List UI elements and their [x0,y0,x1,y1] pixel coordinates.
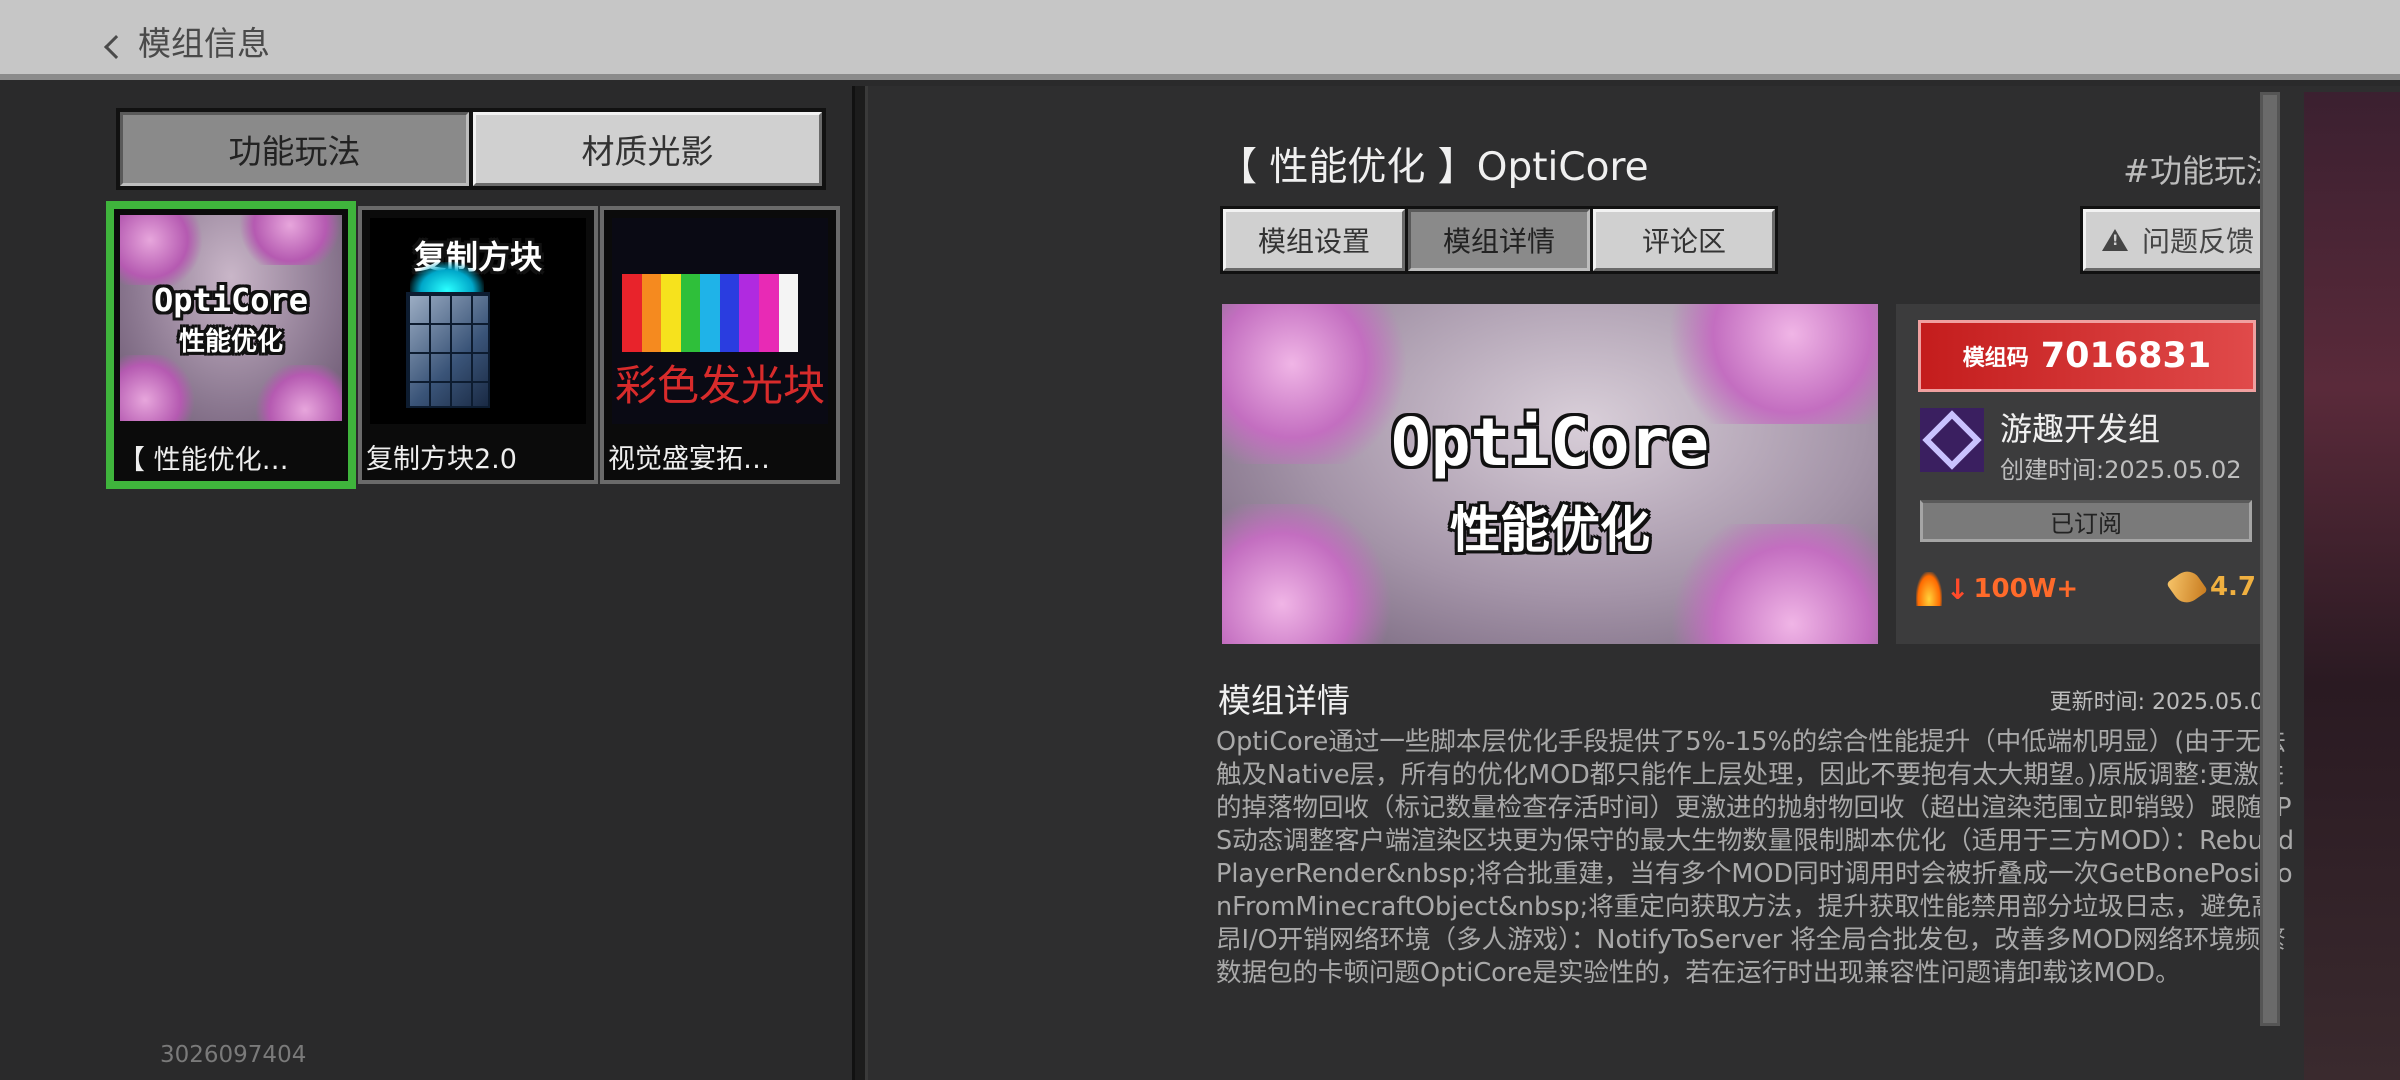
mod-card-visual[interactable]: 彩色发光块 视觉盛宴拓… [600,206,840,484]
back-button[interactable]: 模组信息 [96,18,270,64]
tab-mod-details[interactable]: 模组详情 [1408,209,1590,271]
detail-subtabs: 模组设置 模组详情 评论区 [1220,206,1778,274]
tab-mod-settings[interactable]: 模组设置 [1223,209,1405,271]
feedback-label: 问题反馈 [2141,225,2254,258]
user-id: 3026097404 [160,1042,307,1068]
mod-card-label: 视觉盛宴拓… [608,444,770,475]
mod-banner-image: OptiCore 性能优化 [1222,304,1878,644]
developer-logo-icon[interactable] [1920,408,1984,472]
mod-card-label: 【 性能优化… [118,445,289,476]
tab-gameplay[interactable]: 功能玩法 [120,112,469,186]
banner-subtitle: 性能优化 [1450,501,1650,559]
download-count: ↓ 100W+ [1916,572,2078,606]
mod-info-box: 模组码 7016831 游趣开发组 创建时间:2025.05.02 已订阅 ↓ … [1896,304,2276,644]
panel-divider [852,86,868,1080]
subscribe-button[interactable]: 已订阅 [1920,500,2252,542]
top-bar: 模组信息 [0,0,2400,80]
mod-thumbnail: 复制方块 [370,218,586,424]
background-scene [2304,92,2400,1080]
page-title: 模组信息 [138,24,270,63]
rating-icon [2166,566,2208,608]
mod-code-value: 7016831 [2040,336,2212,376]
mod-title: 【 性能优化 】OptiCore [1218,145,1649,190]
mod-thumbnail: 彩色发光块 [612,218,828,424]
mod-grid: OptiCore 性能优化 【 性能优化… 复制方块 复制方块2.0 彩色发光块… [106,201,840,489]
feedback-button[interactable]: 问题反馈 [2080,206,2276,274]
detail-scrollbar[interactable] [2260,92,2280,1026]
developer-name[interactable]: 游趣开发组 [2000,404,2160,450]
detail-heading: 模组详情 [1218,681,1350,720]
fire-icon [1916,572,1942,606]
mod-code-label: 模组码 [1962,346,2029,371]
back-chevron-icon [96,24,122,58]
created-time: 创建时间:2025.05.02 [2000,456,2242,484]
mod-card-opticore[interactable]: OptiCore 性能优化 【 性能优化… [106,201,356,489]
banner-title: OptiCore [1391,404,1709,481]
tab-comments[interactable]: 评论区 [1593,209,1775,271]
updated-time: 更新时间: 2025.05.03 [2049,690,2278,715]
thumb-title: 彩色发光块 [614,361,825,410]
tab-texture-shader[interactable]: 材质光影 [473,112,822,186]
category-tabs: 功能玩法 材质光影 [116,108,826,190]
rating: 4.7 [2166,566,2256,608]
mod-card-copy-block[interactable]: 复制方块 复制方块2.0 [358,206,598,484]
mod-description: OptiCore通过一些脚本层优化手段提供了5%-15%的综合性能提升（中低端机… [1216,727,2295,988]
scrollbar-thumb[interactable] [2263,95,2277,1023]
mod-card-label: 复制方块2.0 [366,444,517,475]
thumb-title: OptiCore [153,281,309,319]
warning-icon [2101,229,2128,251]
download-arrow-icon: ↓ [1946,572,1970,606]
mod-code-badge[interactable]: 模组码 7016831 [1918,320,2256,392]
mod-thumbnail: OptiCore 性能优化 [120,215,342,421]
mod-category-tag: #功能玩法 [2123,152,2278,190]
thumb-subtitle: 性能优化 [178,327,283,357]
